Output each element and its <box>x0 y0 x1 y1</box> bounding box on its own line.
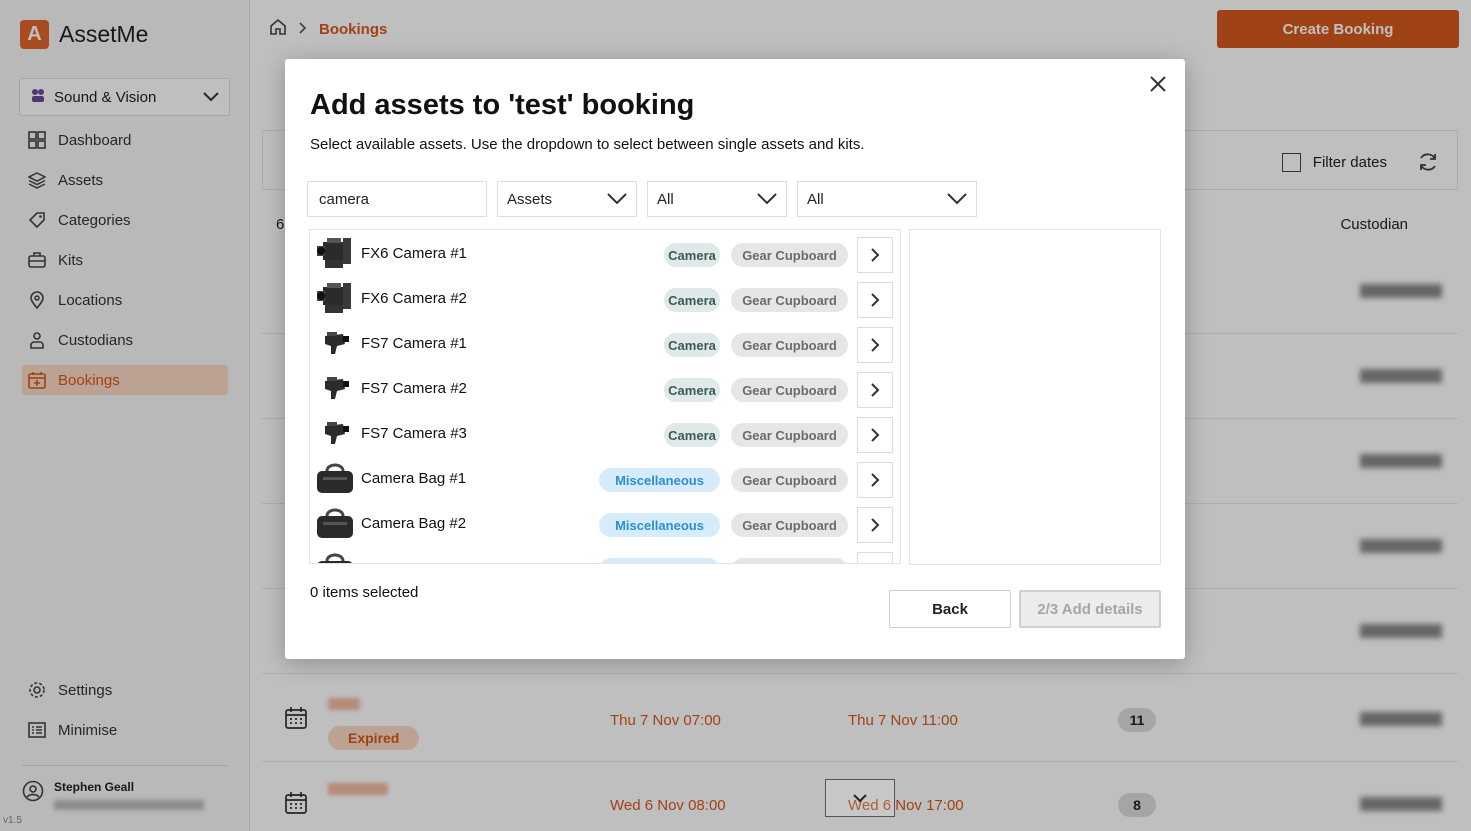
category-filter-value: All <box>657 190 674 208</box>
asset-row-fx6-camera-1[interactable]: FX6 Camera #1 Camera Gear Cupboard <box>310 230 900 275</box>
type-select-value: Assets <box>507 190 553 208</box>
location-tag: Gear Cupboard <box>731 378 848 402</box>
bag-icon <box>315 504 355 542</box>
chevron-down-icon <box>947 193 967 205</box>
back-button[interactable]: Back <box>889 590 1011 628</box>
category-tag: Camera <box>664 243 720 267</box>
location-tag <box>731 558 848 563</box>
asset-row-partial[interactable] <box>310 545 900 563</box>
location-tag: Gear Cupboard <box>731 468 848 492</box>
category-tag: Camera <box>664 333 720 357</box>
asset-name: FX6 Camera #2 <box>361 290 467 307</box>
category-tag: Camera <box>664 423 720 447</box>
asset-name: FX6 Camera #1 <box>361 245 467 262</box>
location-filter-select[interactable]: All <box>797 181 977 217</box>
selected-assets-panel[interactable] <box>909 229 1161 565</box>
asset-details-button[interactable] <box>857 507 893 543</box>
asset-details-button[interactable] <box>857 282 893 318</box>
scroll-down-button[interactable] <box>825 779 895 817</box>
asset-row-fs7-camera-1[interactable]: FS7 Camera #1 Camera Gear Cupboard <box>310 320 900 365</box>
asset-name: Camera Bag #2 <box>361 515 467 532</box>
location-tag: Gear Cupboard <box>731 513 848 537</box>
asset-row-fs7-camera-2[interactable]: FS7 Camera #2 Camera Gear Cupboard <box>310 365 900 410</box>
asset-details-button[interactable] <box>857 462 893 498</box>
asset-row-fs7-camera-3[interactable]: FS7 Camera #3 Camera Gear Cupboard <box>310 410 900 455</box>
add-assets-modal: Add assets to 'test' booking Select avai… <box>285 59 1185 659</box>
category-tag: Miscellaneous <box>599 468 720 492</box>
asset-name: FS7 Camera #3 <box>361 425 467 442</box>
category-tag: Camera <box>664 378 720 402</box>
bag-icon <box>315 459 355 497</box>
type-select[interactable]: Assets <box>497 181 637 217</box>
location-tag: Gear Cupboard <box>731 333 848 357</box>
camcorder-icon <box>315 369 355 407</box>
category-tag: Camera <box>664 288 720 312</box>
category-tag <box>599 558 720 563</box>
asset-details-button[interactable] <box>857 417 893 453</box>
asset-details-button[interactable] <box>857 372 893 408</box>
cinema-camera-icon <box>315 234 355 272</box>
location-tag: Gear Cupboard <box>731 288 848 312</box>
camcorder-icon <box>315 414 355 452</box>
asset-row-camera-bag-2[interactable]: Camera Bag #2 Miscellaneous Gear Cupboar… <box>310 500 900 545</box>
bag-icon <box>315 549 355 563</box>
cinema-camera-icon <box>315 279 355 317</box>
asset-name: Camera Bag #1 <box>361 470 467 487</box>
asset-name: FS7 Camera #2 <box>361 380 467 397</box>
camcorder-icon <box>315 324 355 362</box>
add-details-button[interactable]: 2/3 Add details <box>1019 590 1161 628</box>
modal-title: Add assets to 'test' booking <box>310 89 695 121</box>
chevron-down-icon <box>757 193 777 205</box>
asset-name: FS7 Camera #1 <box>361 335 467 352</box>
selected-count: 0 items selected <box>310 584 419 601</box>
location-filter-value: All <box>807 190 824 208</box>
asset-search-input[interactable] <box>307 181 487 217</box>
asset-details-button[interactable] <box>857 327 893 363</box>
asset-details-button[interactable] <box>857 552 893 563</box>
modal-subtitle: Select available assets. Use the dropdow… <box>310 136 865 153</box>
asset-row-fx6-camera-2[interactable]: FX6 Camera #2 Camera Gear Cupboard <box>310 275 900 320</box>
category-filter-select[interactable]: All <box>647 181 787 217</box>
location-tag: Gear Cupboard <box>731 423 848 447</box>
asset-row-camera-bag-1[interactable]: Camera Bag #1 Miscellaneous Gear Cupboar… <box>310 455 900 500</box>
category-tag: Miscellaneous <box>599 513 720 537</box>
close-icon[interactable] <box>1145 71 1171 97</box>
chevron-down-icon <box>607 193 627 205</box>
asset-details-button[interactable] <box>857 237 893 273</box>
available-assets-list[interactable]: FX6 Camera #1 Camera Gear Cupboard FX6 C… <box>309 229 901 564</box>
asset-filters: Assets All All <box>307 181 977 217</box>
location-tag: Gear Cupboard <box>731 243 848 267</box>
